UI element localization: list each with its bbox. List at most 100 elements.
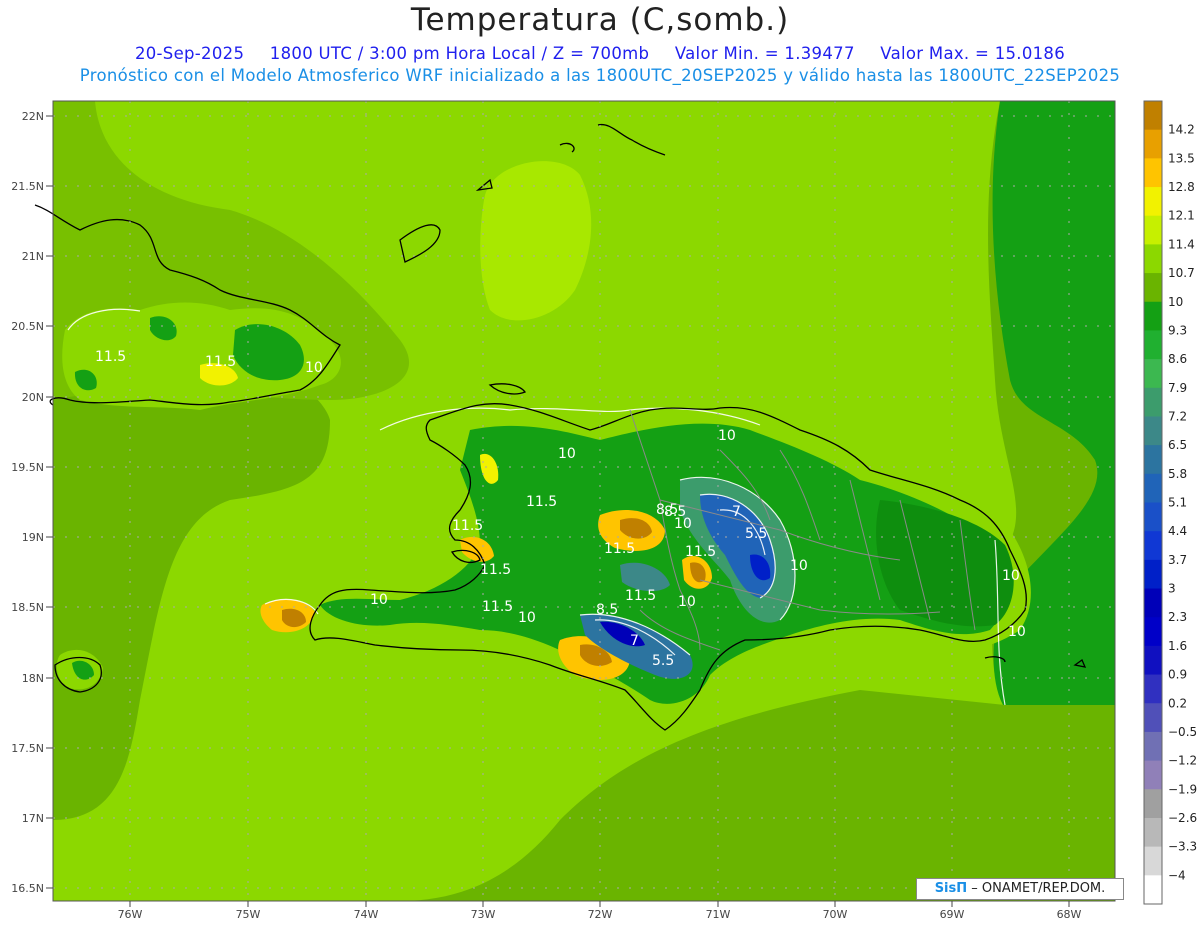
credit-box: SisΠ – ONAMET/REP.DOM. [916, 878, 1124, 900]
lat-tick-label: 20N [22, 391, 44, 404]
colorbar-swatch [1144, 645, 1162, 676]
colorbar-swatch [1144, 617, 1162, 647]
colorbar-swatch [1144, 101, 1162, 131]
contour-label: 11.5 [625, 588, 656, 604]
colorbar-label: 6.5 [1168, 438, 1187, 452]
colorbar-swatch [1144, 531, 1162, 561]
latitude-axis: 22N 21.5N 21N 20.5N 20N 19.5N 19N 18.5N … [11, 110, 53, 895]
contour-label: 5.5 [745, 526, 767, 542]
colorbar-swatch [1144, 301, 1162, 331]
contour-label: 11.5 [526, 494, 557, 510]
contour-label: 8.5 [596, 602, 618, 618]
colorbar-label: 14.2 [1168, 123, 1195, 137]
lon-tick-label: 76W [118, 908, 143, 921]
lon-tick-label: 73W [471, 908, 496, 921]
lat-tick-label: 22N [22, 110, 44, 123]
colorbar-swatch [1144, 817, 1162, 848]
colorbar-label: 3 [1168, 582, 1176, 596]
colorbar-swatch [1144, 674, 1162, 704]
sispi-logo: SisΠ [934, 881, 968, 896]
colorbar-label: −0.5 [1168, 725, 1197, 739]
contour-label: 11.5 [685, 544, 716, 560]
lat-tick-label: 17.5N [11, 742, 44, 755]
lat-tick-label: 20.5N [11, 320, 44, 333]
contour-label: 11.5 [604, 541, 635, 557]
lat-tick-label: 16.5N [11, 882, 44, 895]
lat-tick-label: 19N [22, 531, 44, 544]
lon-tick-label: 74W [354, 908, 379, 921]
colorbar-swatch [1144, 129, 1162, 159]
colorbar-swatch [1144, 875, 1162, 905]
colorbar-label: 4.4 [1168, 524, 1187, 538]
contour-label: 11.5 [452, 518, 483, 534]
contour-label: 11.5 [95, 349, 126, 365]
colorbar-swatch [1144, 731, 1162, 762]
colorbar-swatch [1144, 703, 1162, 733]
colorbar-swatch [1144, 215, 1162, 245]
colorbar-swatch [1144, 473, 1162, 503]
contour-label: 11.5 [480, 562, 511, 578]
lat-tick-label: 21N [22, 250, 44, 263]
colorbar-swatch [1144, 158, 1162, 188]
longitude-axis: 76W 75W 74W 73W 72W 71W 70W 69W 68W [118, 901, 1082, 921]
colorbar-label: 5.1 [1168, 496, 1187, 510]
contour-label: 10 [1002, 568, 1020, 584]
colorbar-swatch [1144, 387, 1162, 417]
temperature-map: 11.5 11.5 10 10 11.5 10 11.5 11.5 10 8.5… [11, 100, 1197, 921]
contour-label: 10 [1008, 624, 1026, 640]
field-layer [53, 101, 1115, 901]
colorbar-swatch [1144, 846, 1162, 876]
colorbar-label: −4 [1168, 868, 1186, 882]
colorbar-swatch [1144, 445, 1162, 475]
colorbar-label: 12.1 [1168, 209, 1195, 223]
colorbar-label: −2.6 [1168, 811, 1197, 825]
contour-label: 11.5 [205, 354, 236, 370]
colorbar-label: −3.3 [1168, 840, 1197, 854]
colorbar-label: −1.2 [1168, 754, 1197, 768]
lon-tick-label: 75W [236, 908, 261, 921]
contour-label: 10 [518, 610, 536, 626]
colorbar-label: 2.3 [1168, 610, 1187, 624]
colorbar-swatch [1144, 416, 1162, 446]
contour-label: 10 [305, 360, 323, 376]
colorbar-swatch [1144, 502, 1162, 532]
colorbar-label: 1.6 [1168, 639, 1187, 653]
colorbar-label: 13.5 [1168, 151, 1195, 165]
colorbar-label: 0.2 [1168, 696, 1187, 710]
lon-tick-label: 70W [823, 908, 848, 921]
contour-label: 7 [732, 504, 741, 520]
colorbar-label: 10.7 [1168, 266, 1195, 280]
colorbar-label: −1.9 [1168, 782, 1197, 796]
lat-tick-label: 19.5N [11, 461, 44, 474]
contour-label: 7 [630, 633, 639, 649]
colorbar-label: 3.7 [1168, 553, 1187, 567]
colorbar-swatch [1144, 559, 1162, 590]
lon-tick-label: 68W [1057, 908, 1082, 921]
lon-tick-label: 72W [588, 908, 613, 921]
contour-label: 5.5 [652, 653, 674, 669]
colorbar-label: 9.3 [1168, 323, 1187, 337]
credit-text: – ONAMET/REP.DOM. [971, 881, 1106, 896]
lat-tick-label: 21.5N [11, 180, 44, 193]
lat-tick-label: 18N [22, 672, 44, 685]
contour-label: 10 [678, 594, 696, 610]
colorbar-swatch [1144, 187, 1162, 217]
contour-label: 11.5 [482, 599, 513, 615]
contour-label: 10 [718, 428, 736, 444]
colorbar-label: 8.6 [1168, 352, 1187, 366]
colorbar-label: 11.4 [1168, 237, 1195, 251]
colorbar-label: 7.2 [1168, 409, 1187, 423]
colorbar-label: 10 [1168, 295, 1183, 309]
contour-label: 8.5 [656, 502, 678, 518]
colorbar-label: 0.9 [1168, 668, 1187, 682]
colorbar-swatch [1144, 789, 1162, 819]
colorbar-swatch [1144, 588, 1162, 618]
lon-tick-label: 71W [706, 908, 731, 921]
colorbar-swatch [1144, 244, 1162, 274]
colorbar-label: 7.9 [1168, 381, 1187, 395]
colorbar-swatch [1144, 359, 1162, 389]
colorbar-label: 12.8 [1168, 180, 1195, 194]
colorbar: 14.2 13.5 12.8 12.1 11.4 10.7 10 9.3 8.6 7.9 7.2 6.… [1143, 100, 1197, 905]
contour-label: 10 [558, 446, 576, 462]
contour-label: 10 [790, 558, 808, 574]
